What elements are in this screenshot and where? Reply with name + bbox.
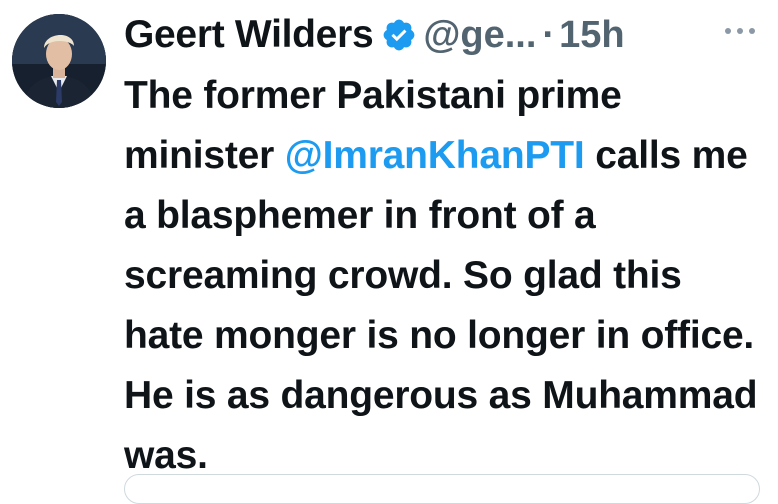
author-name[interactable]: Geert Wilders — [124, 13, 374, 57]
mention-link[interactable]: @ImranKhanPTI — [285, 134, 585, 177]
embedded-card[interactable] — [124, 474, 760, 504]
author-handle[interactable]: @ge... — [423, 14, 536, 57]
timestamp[interactable]: 15h — [559, 14, 624, 57]
tweet-text: The former Pakistani prime minister @Imr… — [124, 66, 769, 486]
avatar[interactable] — [12, 14, 106, 108]
more-options-icon[interactable] — [722, 24, 758, 36]
tweet-text-part: calls me a blasphemer in front of a scre… — [124, 134, 758, 477]
verified-badge-icon — [381, 17, 417, 53]
separator-dot: · — [542, 13, 556, 56]
tweet[interactable]: Geert Wilders @ge... · 15h The former Pa… — [0, 0, 778, 504]
tweet-header: Geert Wilders @ge... · 15h — [124, 6, 764, 64]
